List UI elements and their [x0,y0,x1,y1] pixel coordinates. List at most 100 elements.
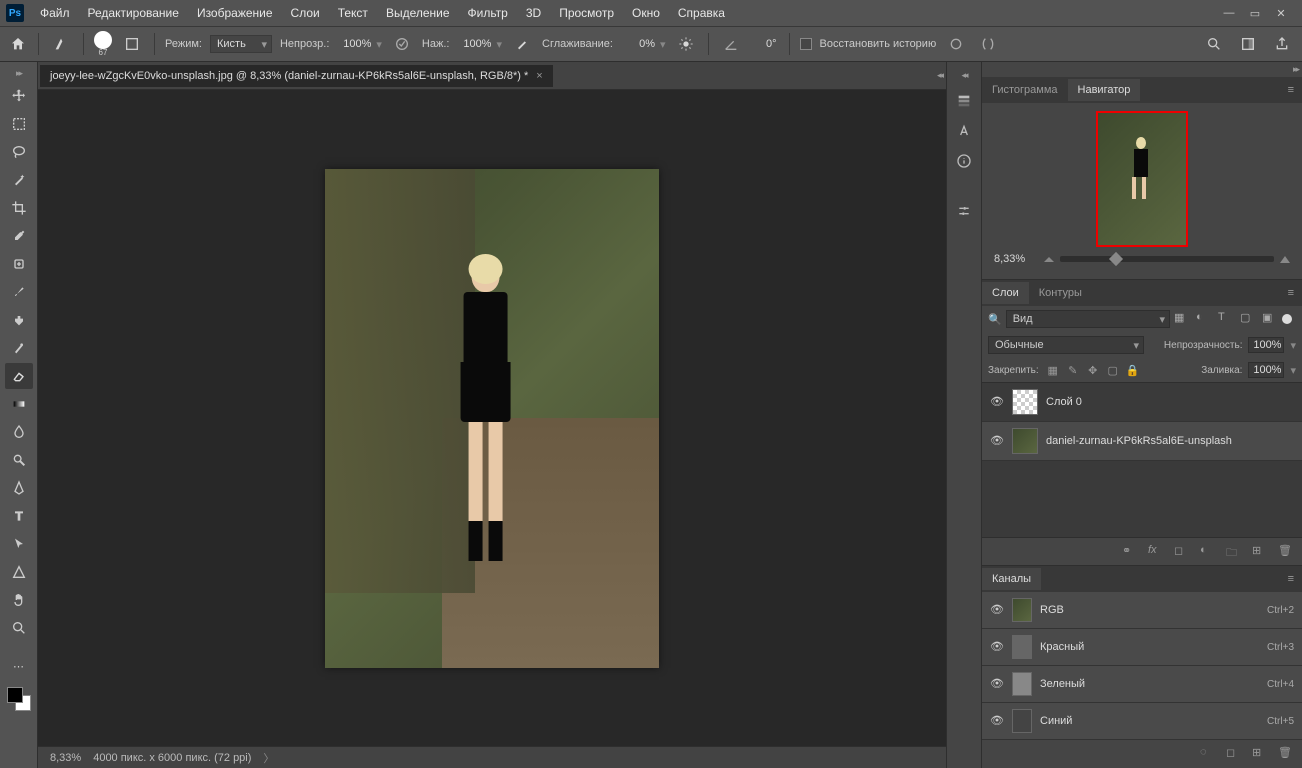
close-button[interactable]: ✕ [1274,6,1288,20]
layer-style-icon[interactable]: fx [1148,544,1164,560]
blur-tool[interactable] [5,419,33,445]
symmetry-icon[interactable] [976,32,1000,56]
navigator-preview[interactable] [1096,111,1188,247]
load-selection-icon[interactable]: ◌ [1200,746,1216,762]
filter-shape-icon[interactable]: ▢ [1240,311,1256,327]
move-tool[interactable] [5,83,33,109]
share-icon[interactable] [1270,32,1294,56]
menu-help[interactable]: Справка [670,2,733,24]
filter-toggle[interactable] [1282,314,1292,324]
menu-window[interactable]: Окно [624,2,668,24]
layers-tab[interactable]: Слои [982,282,1029,304]
layer-row[interactable]: 👁 daniel-zurnau-KP6kRs5al6E-unsplash [982,422,1302,461]
zoom-out-icon[interactable] [1044,257,1054,262]
navigator-menu-icon[interactable]: ≡ [1280,80,1302,100]
search-icon[interactable] [1202,32,1226,56]
panel-collapse-right[interactable]: ▸▸ [1289,62,1302,77]
menu-image[interactable]: Изображение [189,2,281,24]
smoothing-options-icon[interactable] [674,32,698,56]
layer-group-icon[interactable]: 🗀 [1226,544,1242,560]
flow-input[interactable] [457,38,493,50]
zoom-tool[interactable] [5,615,33,641]
layer-opacity-dropdown[interactable]: ▾ [1290,339,1296,352]
tool-preset-icon[interactable] [49,32,73,56]
angle-input[interactable] [751,38,779,50]
lock-transparent-icon[interactable]: ▦ [1045,362,1061,378]
filter-text-icon[interactable]: T [1218,311,1234,327]
smoothing-input[interactable] [621,38,657,50]
visibility-icon[interactable]: 👁 [990,677,1004,691]
menu-select[interactable]: Выделение [378,2,458,24]
filter-adjust-icon[interactable]: ◐ [1196,311,1212,327]
text-tool[interactable] [5,503,33,529]
menu-file[interactable]: Файл [32,2,78,24]
path-select-tool[interactable] [5,531,33,557]
layer-thumbnail[interactable] [1012,389,1038,415]
crop-tool[interactable] [5,195,33,221]
menu-view[interactable]: Просмотр [551,2,622,24]
canvas-viewport[interactable] [38,90,946,746]
visibility-icon[interactable]: 👁 [990,603,1004,617]
filter-smart-icon[interactable]: ▣ [1262,311,1278,327]
dodge-tool[interactable] [5,447,33,473]
minimize-button[interactable]: — [1222,6,1236,20]
eyedropper-tool[interactable] [5,223,33,249]
lock-artboard-icon[interactable]: ▢ [1105,362,1121,378]
new-layer-icon[interactable]: ⊞ [1252,544,1268,560]
brush-settings-icon[interactable] [120,32,144,56]
edit-toolbar-button[interactable]: ⋯ [5,653,33,679]
paths-tab[interactable]: Контуры [1029,282,1092,304]
healing-brush-tool[interactable] [5,251,33,277]
menu-3d[interactable]: 3D [518,2,549,24]
close-tab-icon[interactable]: × [536,70,542,82]
clone-stamp-tool[interactable] [5,307,33,333]
angle-icon[interactable] [719,32,743,56]
flow-dropdown-icon[interactable]: ▾ [496,38,502,51]
home-button[interactable] [8,34,28,54]
restore-history-checkbox[interactable] [800,38,812,50]
delete-channel-icon[interactable]: 🗑 [1278,746,1294,762]
channel-row[interactable]: 👁 RGB Ctrl+2 [982,592,1302,629]
channel-row[interactable]: 👁 Синий Ctrl+5 [982,703,1302,740]
lock-all-icon[interactable]: 🔒 [1125,362,1141,378]
menu-text[interactable]: Текст [330,2,376,24]
lock-pixels-icon[interactable]: ✎ [1065,362,1081,378]
lasso-tool[interactable] [5,139,33,165]
layers-menu-icon[interactable]: ≡ [1280,283,1302,303]
visibility-icon[interactable]: 👁 [990,640,1004,654]
hand-tool[interactable] [5,587,33,613]
color-swatches[interactable] [7,687,31,711]
menu-edit[interactable]: Редактирование [80,2,187,24]
mode-select[interactable]: Кисть [210,35,272,53]
toolbar-toggle[interactable]: ▸▸ [12,66,25,81]
status-info[interactable]: 4000 пикс. x 6000 пикс. (72 ppi) [93,752,251,764]
status-zoom[interactable]: 8,33% [50,752,81,764]
info-panel-icon[interactable] [952,149,976,173]
layer-name-label[interactable]: Слой 0 [1046,396,1082,408]
magic-wand-tool[interactable] [5,167,33,193]
layer-name-label[interactable]: daniel-zurnau-KP6kRs5al6E-unsplash [1046,435,1232,447]
navigator-tab[interactable]: Навигатор [1068,79,1141,101]
properties-panel-icon[interactable] [952,89,976,113]
maximize-button[interactable]: ▭ [1248,6,1262,20]
visibility-icon[interactable]: 👁 [990,434,1004,448]
layer-filter-select[interactable]: Вид [1006,310,1170,328]
layer-thumbnail[interactable] [1012,428,1038,454]
zoom-slider[interactable] [1060,256,1274,262]
visibility-icon[interactable]: 👁 [990,395,1004,409]
dock-expand[interactable]: ◂◂ [957,68,970,83]
fill-dropdown[interactable]: ▾ [1290,364,1296,377]
smoothing-dropdown-icon[interactable]: ▾ [660,38,666,51]
eraser-tool[interactable] [5,363,33,389]
shape-tool[interactable] [5,559,33,585]
layer-mask-icon[interactable]: ◻ [1174,544,1190,560]
opacity-input[interactable] [337,38,373,50]
new-channel-icon[interactable]: ⊞ [1252,746,1268,762]
layer-row[interactable]: 👁 Слой 0 [982,383,1302,422]
channels-menu-icon[interactable]: ≡ [1280,569,1302,589]
link-layers-icon[interactable]: ⚭ [1122,544,1138,560]
foreground-color[interactable] [7,687,23,703]
opacity-dropdown-icon[interactable]: ▾ [376,38,382,51]
delete-layer-icon[interactable]: 🗑 [1278,544,1294,560]
channel-row[interactable]: 👁 Красный Ctrl+3 [982,629,1302,666]
